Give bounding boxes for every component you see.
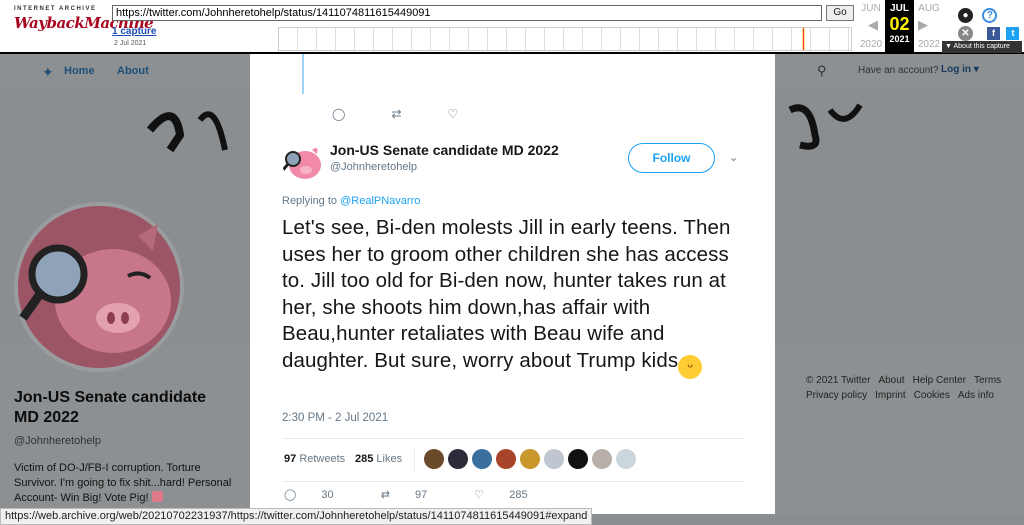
chevron-down-icon[interactable]: ⌄ bbox=[729, 151, 738, 164]
tweet-timestamp[interactable]: 2:30 PM - 2 Jul 2021 bbox=[282, 412, 388, 424]
follow-button[interactable]: Follow bbox=[628, 143, 715, 173]
wayback-capture-date: 2 Jul 2021 bbox=[114, 40, 147, 47]
liker-avatar[interactable] bbox=[568, 449, 588, 469]
liker-avatar[interactable] bbox=[544, 449, 564, 469]
retweet-count: 97 bbox=[284, 453, 297, 465]
nav-home-link[interactable]: Home bbox=[64, 65, 95, 77]
tweet-avatar[interactable] bbox=[282, 142, 322, 182]
pig-emoji-icon bbox=[151, 491, 163, 502]
grinning-emoji-icon: ᵕ bbox=[678, 354, 703, 379]
profile-bio: Victim of DO-J/FB-I corruption. Torture … bbox=[14, 461, 239, 506]
retweet-action[interactable]: ⇄ 97 bbox=[381, 489, 450, 501]
wayback-prev-month[interactable]: JUN bbox=[857, 3, 885, 14]
tweet-actions: ◯ 30 ⇄ 97 ♡ 285 bbox=[284, 488, 572, 501]
twitter-icon[interactable]: t bbox=[1006, 27, 1020, 40]
nav-login-link[interactable]: Log in ▾ bbox=[941, 64, 979, 75]
wayback-url-input[interactable] bbox=[112, 5, 822, 21]
likes-count: 285 bbox=[355, 453, 374, 465]
like-action-count: 285 bbox=[509, 489, 528, 501]
next-arrow-icon[interactable]: ▶ bbox=[918, 17, 928, 33]
tweet-text: Let's see, Bi-den molests Jill in early … bbox=[282, 215, 752, 379]
wayback-current-date: JUL 02 2021 bbox=[885, 0, 914, 52]
liker-avatar[interactable] bbox=[592, 449, 612, 469]
retweet-stat[interactable]: 97 Retweets bbox=[284, 453, 345, 465]
footer-copyright: © 2021 Twitter bbox=[806, 375, 871, 386]
like-action[interactable]: ♡ 285 bbox=[474, 489, 549, 501]
wayback-toolbar: INTERNET ARCHIVE WaybackMachine Go 1 cap… bbox=[0, 0, 1024, 54]
liker-avatar[interactable] bbox=[424, 449, 444, 469]
previous-tweet-actions: ◯ ⇄ ♡ bbox=[332, 107, 504, 121]
retweet-action-count: 97 bbox=[414, 489, 428, 501]
thread-connector-line bbox=[302, 54, 304, 94]
twitter-bird-icon[interactable]: ✦ bbox=[42, 64, 54, 81]
wayback-current-month: JUL bbox=[890, 3, 909, 14]
tweet-author-handle[interactable]: @Johnheretohelp bbox=[330, 161, 417, 173]
wayback-current-year: 2021 bbox=[889, 34, 910, 44]
wayback-logo-main: WaybackMachine bbox=[14, 14, 154, 32]
help-icon[interactable]: ? bbox=[982, 8, 998, 23]
retweet-icon: ⇄ bbox=[380, 489, 390, 501]
nav-about-link[interactable]: About bbox=[117, 65, 149, 77]
pig-avatar-icon bbox=[18, 206, 180, 368]
footer-help-link[interactable]: Help Center bbox=[913, 375, 966, 386]
wayback-about-label: About this capture bbox=[953, 43, 1010, 50]
wayback-prev-year[interactable]: 2020 bbox=[857, 39, 885, 50]
wayback-sparkline-capture-mark bbox=[802, 28, 805, 50]
likes-label: Likes bbox=[376, 453, 403, 465]
replying-to-link[interactable]: @RealPNavarro bbox=[340, 195, 420, 207]
profile-bio-text: Victim of DO-J/FB-I corruption. Torture … bbox=[14, 462, 232, 504]
chevron-down-icon: ▾ bbox=[973, 64, 979, 75]
wayback-next-year[interactable]: 2022 bbox=[915, 39, 943, 50]
search-icon[interactable]: ⚲ bbox=[817, 63, 827, 79]
footer-privacy-link[interactable]: Privacy policy bbox=[806, 390, 867, 401]
nav-have-account: Have an account? bbox=[858, 65, 939, 76]
replying-to: Replying to @RealPNavarro bbox=[282, 195, 420, 207]
replying-to-prefix: Replying to bbox=[282, 195, 338, 207]
liker-avatar[interactable] bbox=[496, 449, 516, 469]
footer-about-link[interactable]: About bbox=[878, 375, 904, 386]
reply-icon: ◯ bbox=[284, 489, 297, 501]
stats-divider bbox=[414, 447, 415, 473]
reply-count: 30 bbox=[321, 489, 334, 501]
close-icon[interactable]: ✕ bbox=[958, 26, 973, 41]
tweet-permalink-overlay: ◯ ⇄ ♡ Jon-US Senate candidate MD 2022 @Joh… bbox=[250, 54, 775, 514]
footer-terms-link[interactable]: Terms bbox=[974, 375, 1001, 386]
wayback-logo-top: INTERNET ARCHIVE bbox=[14, 6, 97, 12]
nav-login-label: Log in bbox=[941, 64, 971, 75]
wayback-social: f t bbox=[985, 23, 1020, 41]
footer-links: © 2021 Twitter About Help Center Terms Priv… bbox=[806, 373, 1016, 403]
user-icon[interactable]: ● bbox=[958, 8, 973, 23]
facebook-icon[interactable]: f bbox=[987, 27, 1000, 40]
tweet-stats: 97 Retweets 285 Likes bbox=[282, 438, 744, 482]
reply-icon[interactable]: ◯ bbox=[332, 107, 345, 121]
profile-name[interactable]: Jon-US Senate candidate MD 2022 bbox=[14, 388, 234, 428]
wayback-go-button[interactable]: Go bbox=[826, 5, 854, 21]
reply-action[interactable]: ◯ 30 bbox=[284, 489, 356, 501]
likes-stat[interactable]: 285 Likes bbox=[355, 453, 402, 465]
liker-avatar[interactable] bbox=[448, 449, 468, 469]
liker-avatar[interactable] bbox=[520, 449, 540, 469]
tweet-text-body: Let's see, Bi-den molests Jill in early … bbox=[282, 216, 731, 372]
retweet-icon[interactable]: ⇄ bbox=[391, 107, 401, 121]
liker-avatar[interactable] bbox=[616, 449, 636, 469]
footer-ads-link[interactable]: Ads info bbox=[958, 390, 994, 401]
profile-handle[interactable]: @Johnheretohelp bbox=[14, 435, 101, 447]
wayback-sparkline[interactable] bbox=[278, 27, 852, 51]
wayback-about-capture[interactable]: ▼ About this capture bbox=[942, 41, 1022, 53]
prev-arrow-icon[interactable]: ◀ bbox=[868, 17, 878, 33]
wayback-current-day: 02 bbox=[889, 14, 910, 34]
wayback-logo[interactable]: INTERNET ARCHIVE WaybackMachine bbox=[14, 6, 154, 46]
wayback-next-month[interactable]: AUG bbox=[915, 3, 943, 14]
heart-icon: ♡ bbox=[474, 489, 485, 501]
retweet-label: Retweets bbox=[299, 453, 346, 465]
liker-avatar[interactable] bbox=[472, 449, 492, 469]
tweet-author-name[interactable]: Jon-US Senate candidate MD 2022 bbox=[330, 142, 559, 158]
browser-status-bar: https://web.archive.org/web/202107022319… bbox=[0, 508, 593, 525]
footer-cookies-link[interactable]: Cookies bbox=[914, 390, 950, 401]
footer-imprint-link[interactable]: Imprint bbox=[875, 390, 906, 401]
pig-avatar-small-icon bbox=[282, 146, 321, 179]
heart-icon[interactable]: ♡ bbox=[448, 107, 459, 121]
wayback-captures-link[interactable]: 1 capture bbox=[112, 26, 156, 37]
profile-avatar[interactable] bbox=[14, 202, 184, 372]
